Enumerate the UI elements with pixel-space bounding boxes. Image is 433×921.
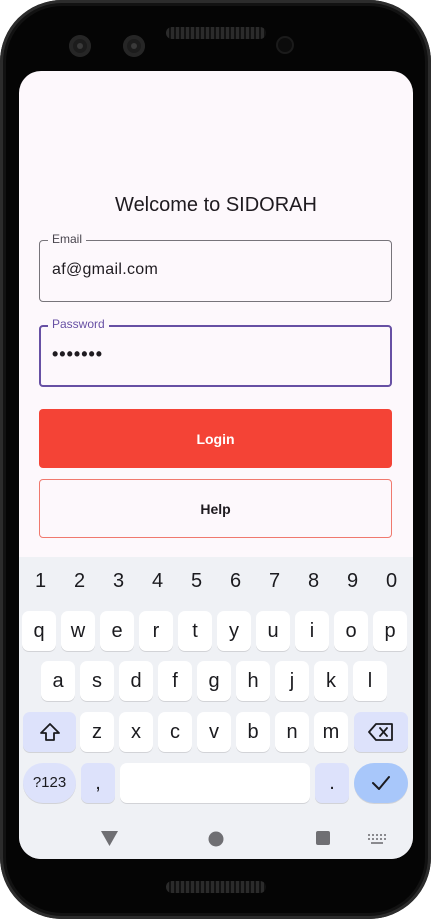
key-letter[interactable]: z <box>80 712 114 752</box>
password-label: Password <box>48 317 109 331</box>
backspace-key[interactable] <box>354 712 408 752</box>
keyboard-switch-icon[interactable] <box>368 834 386 844</box>
key-letter[interactable]: c <box>158 712 192 752</box>
bottom-speaker <box>166 881 266 893</box>
key-number[interactable]: 5 <box>177 565 216 597</box>
key-letter[interactable]: w <box>61 611 95 651</box>
key-letter[interactable]: q <box>22 611 56 651</box>
key-letter[interactable]: b <box>236 712 270 752</box>
key-letter[interactable]: j <box>275 661 309 701</box>
spacebar[interactable] <box>120 763 310 803</box>
front-camera-left <box>69 35 91 57</box>
key-number[interactable]: 7 <box>255 565 294 597</box>
key-letter[interactable]: a <box>41 661 75 701</box>
system-navigation-bar <box>19 819 413 859</box>
key-letter[interactable]: v <box>197 712 231 752</box>
key-letter[interactable]: l <box>353 661 387 701</box>
key-number[interactable]: 3 <box>99 565 138 597</box>
key-letter[interactable]: y <box>217 611 251 651</box>
login-button[interactable]: Login <box>39 409 392 468</box>
page-title: Welcome to SIDORAH <box>115 194 317 216</box>
key-letter[interactable]: d <box>119 661 153 701</box>
enter-key[interactable] <box>354 763 408 803</box>
key-number[interactable]: 9 <box>333 565 372 597</box>
app-screen: Welcome to SIDORAH Email af@gmail.com Pa… <box>19 71 413 859</box>
key-letter[interactable]: k <box>314 661 348 701</box>
on-screen-keyboard: 1 2 3 4 5 6 7 8 9 0 q w e r t y u i o p <box>19 557 413 859</box>
key-letter[interactable]: g <box>197 661 231 701</box>
key-letter[interactable]: m <box>314 712 348 752</box>
earpiece-speaker <box>166 27 266 39</box>
symbols-key[interactable]: ?123 <box>23 763 76 803</box>
key-letter[interactable]: f <box>158 661 192 701</box>
key-number[interactable]: 4 <box>138 565 177 597</box>
key-letter[interactable]: p <box>373 611 407 651</box>
key-letter[interactable]: i <box>295 611 329 651</box>
front-camera-right <box>123 35 145 57</box>
email-field[interactable]: Email af@gmail.com <box>39 232 392 302</box>
phone-frame: Welcome to SIDORAH Email af@gmail.com Pa… <box>0 0 431 919</box>
key-letter[interactable]: o <box>334 611 368 651</box>
back-triangle-icon[interactable] <box>101 831 118 846</box>
period-key[interactable]: . <box>315 763 349 803</box>
key-letter[interactable]: s <box>80 661 114 701</box>
key-letter[interactable]: e <box>100 611 134 651</box>
key-letter[interactable]: x <box>119 712 153 752</box>
key-number[interactable]: 6 <box>216 565 255 597</box>
help-button[interactable]: Help <box>39 479 392 538</box>
keyboard-number-row: 1 2 3 4 5 6 7 8 9 0 <box>19 565 413 597</box>
home-circle-icon[interactable] <box>208 831 224 847</box>
key-letter[interactable]: n <box>275 712 309 752</box>
backspace-icon <box>368 723 393 741</box>
shift-icon <box>39 723 60 741</box>
key-letter[interactable]: h <box>236 661 270 701</box>
key-number[interactable]: 8 <box>294 565 333 597</box>
email-value: af@gmail.com <box>52 261 159 278</box>
password-value: ••••••• <box>52 344 104 364</box>
password-field[interactable]: Password ••••••• <box>39 317 392 387</box>
key-letter[interactable]: u <box>256 611 290 651</box>
recents-square-icon[interactable] <box>316 831 330 845</box>
key-number[interactable]: 1 <box>21 565 60 597</box>
comma-key[interactable]: , <box>81 763 115 803</box>
checkmark-icon <box>372 776 390 790</box>
proximity-sensor <box>278 38 292 52</box>
email-label: Email <box>48 232 87 246</box>
key-number[interactable]: 2 <box>60 565 99 597</box>
key-number[interactable]: 0 <box>372 565 411 597</box>
key-letter[interactable]: r <box>139 611 173 651</box>
key-letter[interactable]: t <box>178 611 212 651</box>
shift-key[interactable] <box>23 712 76 752</box>
